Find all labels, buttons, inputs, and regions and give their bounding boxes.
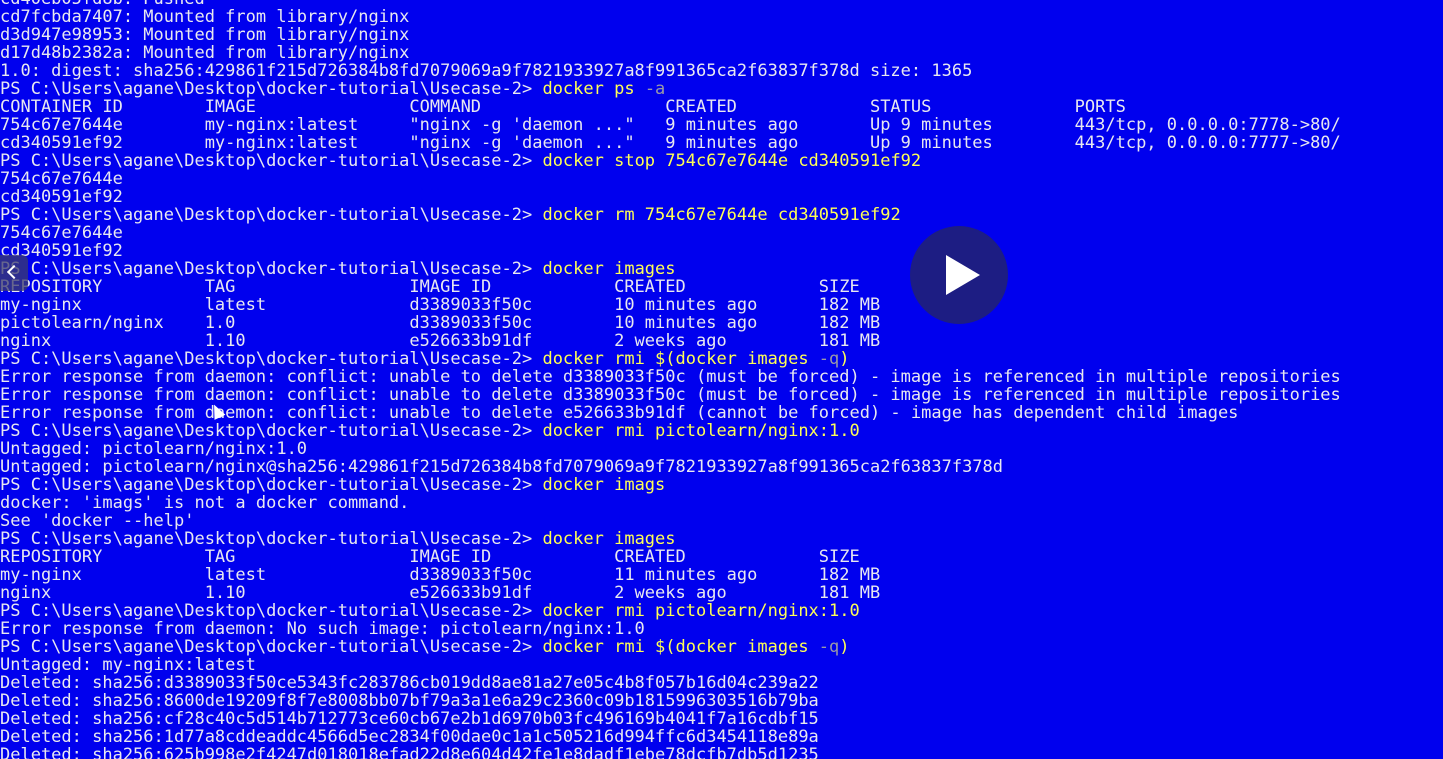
output-line: cd340591ef92 my-nginx:latest "nginx -g '…	[0, 133, 1341, 153]
command-text: docker rmi $(docker images	[542, 637, 819, 657]
output-line: Deleted: sha256:625b998e2f4247d018018efa…	[0, 745, 819, 759]
prompt-text: PS C:\Users\agane\Desktop\docker-tutoria…	[0, 79, 543, 99]
prompt-line: PS C:\Users\agane\Desktop\docker-tutoria…	[0, 476, 1443, 494]
command-tail: )	[839, 349, 850, 369]
output-line: cd7fcbda7407: Mounted from library/nginx	[0, 7, 410, 27]
prompt-line: PS C:\Users\agane\Desktop\docker-tutoria…	[0, 638, 1443, 656]
command-text: docker rm 754c67e7644e cd340591ef92	[542, 205, 901, 225]
prompt-line: PS C:\Users\agane\Desktop\docker-tutoria…	[0, 350, 1443, 368]
prompt-text: PS C:\Users\agane\Desktop\docker-tutoria…	[0, 349, 543, 369]
output-line: Error response from daemon: conflict: un…	[0, 367, 1341, 387]
output-line: REPOSITORY TAG IMAGE ID CREATED SIZE	[0, 277, 860, 297]
command-text: docker stop 754c67e7644e cd340591ef92	[542, 151, 922, 171]
command-text: docker images	[542, 529, 676, 549]
powershell-terminal-output: cd40eb05fd8b: Pushedcd7fcbda7407: Mounte…	[0, 0, 1443, 759]
prompt-text: PS C:\Users\agane\Desktop\docker-tutoria…	[0, 151, 543, 171]
output-line: pictolearn/nginx 1.0 d3389033f50c 10 min…	[0, 313, 881, 333]
output-line: Deleted: sha256:1d77a8cddeaddc4566d5ec28…	[0, 727, 819, 747]
prompt-text: PS C:\Users\agane\Desktop\docker-tutoria…	[0, 259, 543, 279]
prompt-line: PS C:\Users\agane\Desktop\docker-tutoria…	[0, 260, 1443, 278]
prompt-line: PS C:\Users\agane\Desktop\docker-tutoria…	[0, 80, 1443, 98]
prompt-line: PS C:\Users\agane\Desktop\docker-tutoria…	[0, 152, 1443, 170]
prompt-line: PS C:\Users\agane\Desktop\docker-tutoria…	[0, 530, 1443, 548]
prompt-text: PS C:\Users\agane\Desktop\docker-tutoria…	[0, 529, 543, 549]
output-line: Deleted: sha256:cf28c40c5d514b712773ce60…	[0, 709, 819, 729]
play-button[interactable]	[910, 226, 1008, 324]
command-flag: -a	[644, 79, 666, 99]
play-icon	[946, 255, 980, 295]
video-frame: cd40eb05fd8b: Pushedcd7fcbda7407: Mounte…	[0, 0, 1443, 759]
command-text: docker rmi pictolearn/nginx:1.0	[542, 601, 860, 621]
command-text: docker rmi pictolearn/nginx:1.0	[542, 421, 860, 441]
command-text: docker rmi $(docker images	[542, 349, 819, 369]
output-line: 754c67e7644e	[0, 223, 123, 243]
output-line: Error response from daemon: No such imag…	[0, 619, 645, 639]
output-line: d3d947e98953: Mounted from library/nginx	[0, 25, 410, 45]
prompt-text: PS C:\Users\agane\Desktop\docker-tutoria…	[0, 475, 543, 495]
output-line: 754c67e7644e my-nginx:latest "nginx -g '…	[0, 115, 1341, 135]
output-line: CONTAINER ID IMAGE COMMAND CREATED STATU…	[0, 97, 1126, 117]
prompt-text: PS C:\Users\agane\Desktop\docker-tutoria…	[0, 421, 543, 441]
output-line: See 'docker --help'	[0, 511, 195, 531]
prompt-line: PS C:\Users\agane\Desktop\docker-tutoria…	[0, 602, 1443, 620]
prompt-text: PS C:\Users\agane\Desktop\docker-tutoria…	[0, 637, 543, 657]
output-line: docker: 'imags' is not a docker command.	[0, 493, 410, 513]
output-line: 754c67e7644e	[0, 169, 123, 189]
command-text: docker ps	[542, 79, 645, 99]
previous-slide-button[interactable]	[0, 255, 28, 291]
chevron-left-icon	[6, 264, 22, 280]
command-tail: )	[839, 637, 850, 657]
prompt-text: PS C:\Users\agane\Desktop\docker-tutoria…	[0, 205, 543, 225]
output-line: Error response from daemon: conflict: un…	[0, 385, 1341, 405]
output-line: d17d48b2382a: Mounted from library/nginx	[0, 43, 410, 63]
output-line: nginx 1.10 e526633b91df 2 weeks ago 181 …	[0, 583, 881, 603]
output-line: my-nginx latest d3389033f50c 11 minutes …	[0, 565, 881, 585]
output-line: Untagged: pictolearn/nginx:1.0	[0, 439, 308, 459]
output-line: Deleted: sha256:8600de19209f8f7e8008bb07…	[0, 691, 819, 711]
command-text: docker imags	[542, 475, 666, 495]
command-flag: -q	[818, 637, 840, 657]
command-flag: -q	[818, 349, 840, 369]
output-line: Deleted: sha256:d3389033f50ce5343fc28378…	[0, 673, 819, 693]
output-line: Untagged: pictolearn/nginx@sha256:429861…	[0, 457, 1004, 477]
output-line: Untagged: my-nginx:latest	[0, 655, 256, 675]
output-line: my-nginx latest d3389033f50c 10 minutes …	[0, 295, 881, 315]
command-text: docker images	[542, 259, 676, 279]
output-line: nginx 1.10 e526633b91df 2 weeks ago 181 …	[0, 331, 881, 351]
prompt-text: PS C:\Users\agane\Desktop\docker-tutoria…	[0, 601, 543, 621]
prompt-line: PS C:\Users\agane\Desktop\docker-tutoria…	[0, 422, 1443, 440]
prompt-line: PS C:\Users\agane\Desktop\docker-tutoria…	[0, 206, 1443, 224]
output-line: 1.0: digest: sha256:429861f215d726384b8f…	[0, 61, 973, 81]
output-line: cd340591ef92	[0, 187, 123, 207]
output-line: cd340591ef92	[0, 241, 123, 261]
output-line: REPOSITORY TAG IMAGE ID CREATED SIZE	[0, 547, 860, 567]
